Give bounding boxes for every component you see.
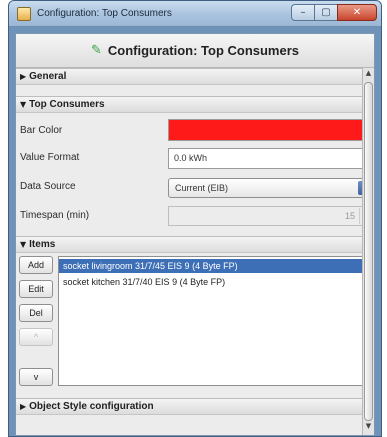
window-title: Configuration: Top Consumers <box>37 8 172 19</box>
expand-right-icon: ▶ <box>20 402 27 411</box>
dialog-content: ✎ Configuration: Top Consumers ▶ General … <box>15 33 375 436</box>
delete-item-button[interactable]: Del <box>19 304 53 322</box>
list-item[interactable]: socket kitchen 31/7/40 EIS 9 (4 Byte FP) <box>59 275 362 289</box>
section-object-style[interactable]: ▶ Object Style configuration <box>16 398 362 415</box>
dialog-header: ✎ Configuration: Top Consumers <box>16 34 374 68</box>
minimize-icon: – <box>300 7 306 18</box>
value-format-label: Value Format <box>20 152 80 163</box>
maximize-icon: ▢ <box>321 7 331 18</box>
list-item[interactable]: socket livingroom 31/7/45 EIS 9 (4 Byte … <box>59 259 362 273</box>
timespan-spinner[interactable]: 15 ▲▼ <box>168 206 362 226</box>
data-source-select[interactable]: Current (EIB) ▼ <box>168 178 362 198</box>
scroll-up-icon[interactable]: ▲ <box>363 69 374 81</box>
panel-scrollbar[interactable]: ▲ ▼ <box>362 68 374 435</box>
scroll-down-icon[interactable]: ▼ <box>363 422 374 434</box>
dialog-title: Configuration: Top Consumers <box>107 43 300 58</box>
scrollbar-thumb[interactable] <box>364 82 373 421</box>
section-items-label: Items <box>29 239 56 250</box>
close-button[interactable]: ✕ <box>337 4 377 21</box>
bar-color-label: Bar Color <box>20 125 63 136</box>
minimize-button[interactable]: – <box>291 4 315 21</box>
close-icon: ✕ <box>352 7 362 18</box>
data-source-label: Data Source <box>20 181 76 192</box>
expand-right-icon: ▶ <box>20 72 27 81</box>
section-general[interactable]: ▶ General <box>16 68 362 85</box>
move-down-button[interactable]: v <box>19 368 53 386</box>
collapse-down-icon: ▼ <box>20 100 27 109</box>
section-top-consumers[interactable]: ▼ Top Consumers <box>16 96 362 113</box>
section-top-consumers-label: Top Consumers <box>29 99 105 110</box>
timespan-value: 15 <box>344 211 355 221</box>
bar-color-picker[interactable] <box>168 119 362 141</box>
app-icon <box>17 7 31 21</box>
title-bar[interactable]: Configuration: Top Consumers – ▢ ✕ <box>9 1 381 27</box>
value-format-input[interactable]: 0.0 kWh <box>168 148 362 169</box>
add-item-button[interactable]: Add <box>19 256 53 274</box>
section-general-label: General <box>29 71 67 82</box>
section-object-style-label: Object Style configuration <box>29 401 154 412</box>
edit-item-button[interactable]: Edit <box>19 280 53 298</box>
timespan-label: Timespan (min) <box>20 210 90 221</box>
collapse-down-icon: ▼ <box>20 240 27 249</box>
section-items[interactable]: ▼ Items <box>16 236 362 253</box>
move-up-button[interactable]: ^ <box>19 328 53 346</box>
edit-icon: ✎ <box>90 43 102 58</box>
config-window: Configuration: Top Consumers – ▢ ✕ ✎ Con… <box>8 0 382 437</box>
properties-panel: ▶ General ▼ Top Consumers Bar Color Value … <box>16 68 362 435</box>
items-list[interactable]: socket livingroom 31/7/45 EIS 9 (4 Byte … <box>58 256 362 386</box>
maximize-button[interactable]: ▢ <box>314 4 338 21</box>
window-controls: – ▢ ✕ <box>291 4 377 22</box>
data-source-value: Current (EIB) <box>175 183 229 193</box>
